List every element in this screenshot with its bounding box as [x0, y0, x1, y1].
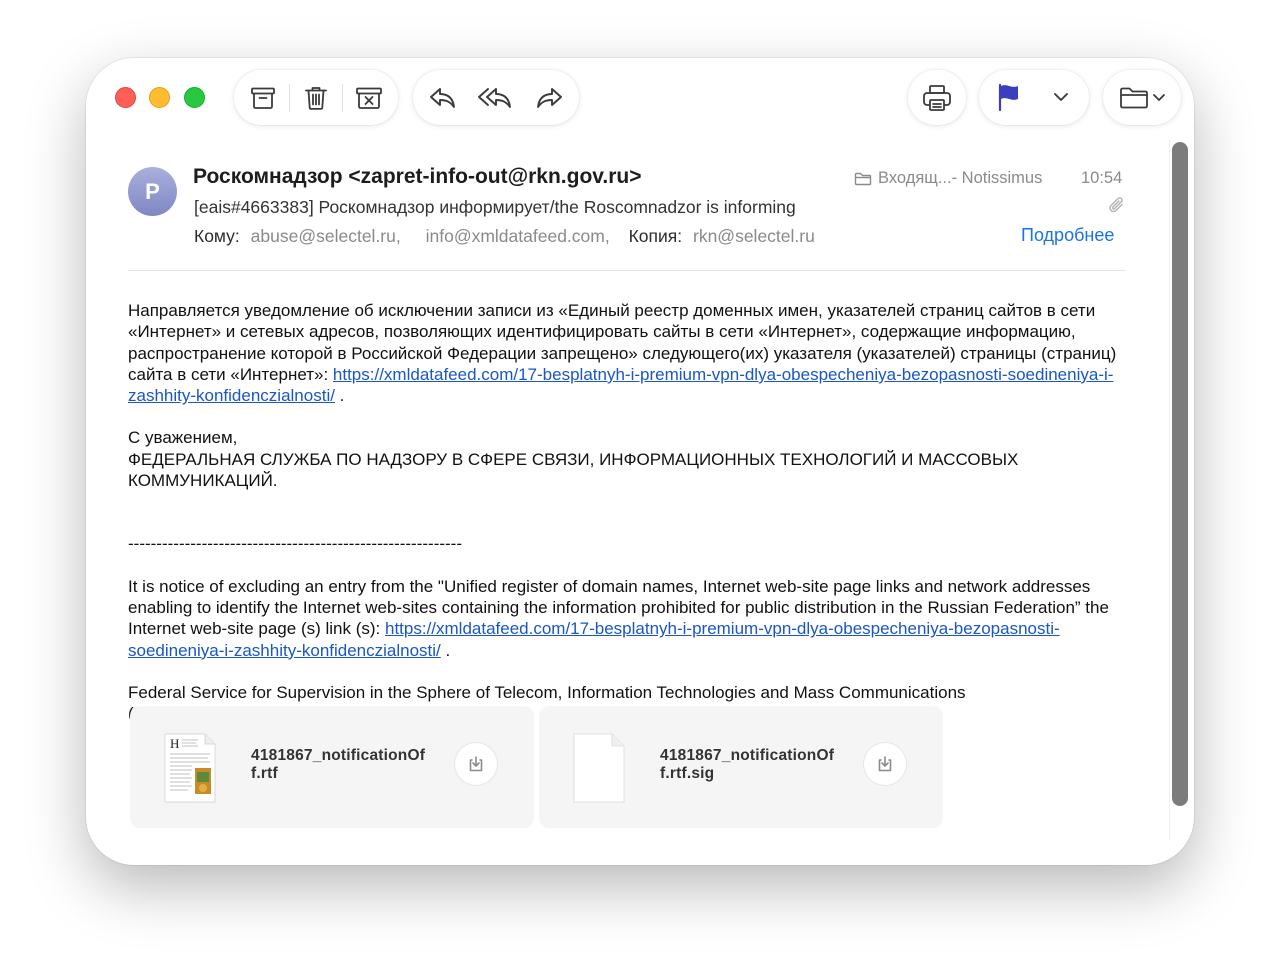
body-paragraph-ru: Направляется уведомление об исключении з… — [128, 301, 1117, 406]
chevron-down-icon — [1153, 93, 1165, 101]
reply-all-icon — [478, 87, 511, 108]
reply-icon — [430, 87, 456, 108]
download-icon — [469, 756, 483, 772]
zoom-window-button[interactable] — [184, 87, 205, 108]
toolbar-separator — [289, 83, 290, 112]
toolbar-separator — [342, 83, 343, 112]
message-subject: [eais#4663383] Роскомнадзор информирует/… — [194, 197, 796, 217]
flag-icon — [998, 83, 1018, 112]
svg-text:H: H — [170, 736, 179, 751]
scrollbar-thumb[interactable] — [1172, 142, 1188, 806]
blank-document-icon — [573, 733, 625, 803]
mailbox-name: Входящ...- Notissimus — [878, 169, 1043, 187]
reply-button[interactable] — [423, 78, 463, 118]
cc-recipient[interactable]: rkn@selectel.ru — [693, 226, 815, 246]
sender-avatar: Р — [128, 167, 177, 216]
archive-icon — [251, 87, 275, 109]
attachment-name: 4181867_notificationOf f.rtf — [251, 747, 426, 782]
reply-all-button[interactable] — [476, 78, 516, 118]
download-button[interactable] — [864, 743, 906, 785]
attachment-card[interactable]: 4181867_notificationOf f.rtf.sig — [539, 706, 943, 828]
close-window-button[interactable] — [115, 87, 136, 108]
flag-button[interactable] — [989, 77, 1029, 117]
regards-text: С уважением, — [128, 428, 238, 448]
move-to-folder-button[interactable] — [1103, 70, 1181, 125]
message-time: 10:54 — [1081, 169, 1123, 187]
signature-ru: ФЕДЕРАЛЬНАЯ СЛУЖБА ПО НАДЗОРУ В СФЕРЕ СВ… — [128, 449, 1019, 491]
printer-icon — [923, 84, 951, 111]
attachment-card[interactable]: H 4181867_notificationOf f.rtf — [130, 706, 534, 828]
sender-name[interactable]: Роскомнадзор <zapret-info-out@rkn.gov.ru… — [193, 165, 642, 189]
header-divider — [128, 270, 1126, 271]
details-link[interactable]: Подробнее — [1021, 225, 1114, 246]
junk-button[interactable] — [349, 78, 389, 118]
chevron-down-icon — [1054, 93, 1068, 101]
reply-toolbar-group — [413, 70, 579, 125]
junk-icon — [356, 87, 382, 109]
archive-button[interactable] — [243, 78, 283, 118]
body-divider: ----------------------------------------… — [128, 534, 463, 554]
download-button[interactable] — [455, 743, 497, 785]
minimize-window-button[interactable] — [149, 87, 170, 108]
trash-icon — [305, 86, 327, 110]
to-recipient[interactable]: abuse@selectel.ru, — [251, 226, 401, 246]
attachment-icon — [1107, 196, 1125, 219]
cc-label: Копия: — [628, 226, 683, 246]
rtf-document-icon: H — [164, 733, 216, 803]
folder-icon — [854, 172, 872, 185]
body-paragraph-en: It is notice of excluding an entry from … — [128, 576, 1109, 660]
print-button[interactable] — [908, 70, 966, 125]
to-label: Кому: — [194, 226, 240, 246]
folder-icon — [1120, 87, 1148, 108]
mailbox-indicator[interactable]: Входящ...- Notissimus — [854, 169, 1042, 188]
download-icon — [878, 756, 892, 772]
flag-menu-button[interactable] — [1041, 77, 1081, 117]
forward-button[interactable] — [529, 78, 569, 118]
delete-toolbar-group — [234, 70, 398, 125]
forward-icon — [536, 87, 562, 108]
message-body: Направляется уведомление об исключении з… — [128, 300, 1128, 724]
flag-toolbar-group — [979, 70, 1089, 125]
mail-window: Р Роскомнадзор <zapret-info-out@rkn.gov.… — [86, 58, 1194, 865]
attachment-name: 4181867_notificationOf f.rtf.sig — [660, 747, 835, 782]
recipients-line: Кому: abuse@selectel.ru, info@xmldatafee… — [194, 226, 821, 247]
to-recipient[interactable]: info@xmldatafeed.com, — [426, 226, 610, 246]
delete-button[interactable] — [296, 78, 336, 118]
